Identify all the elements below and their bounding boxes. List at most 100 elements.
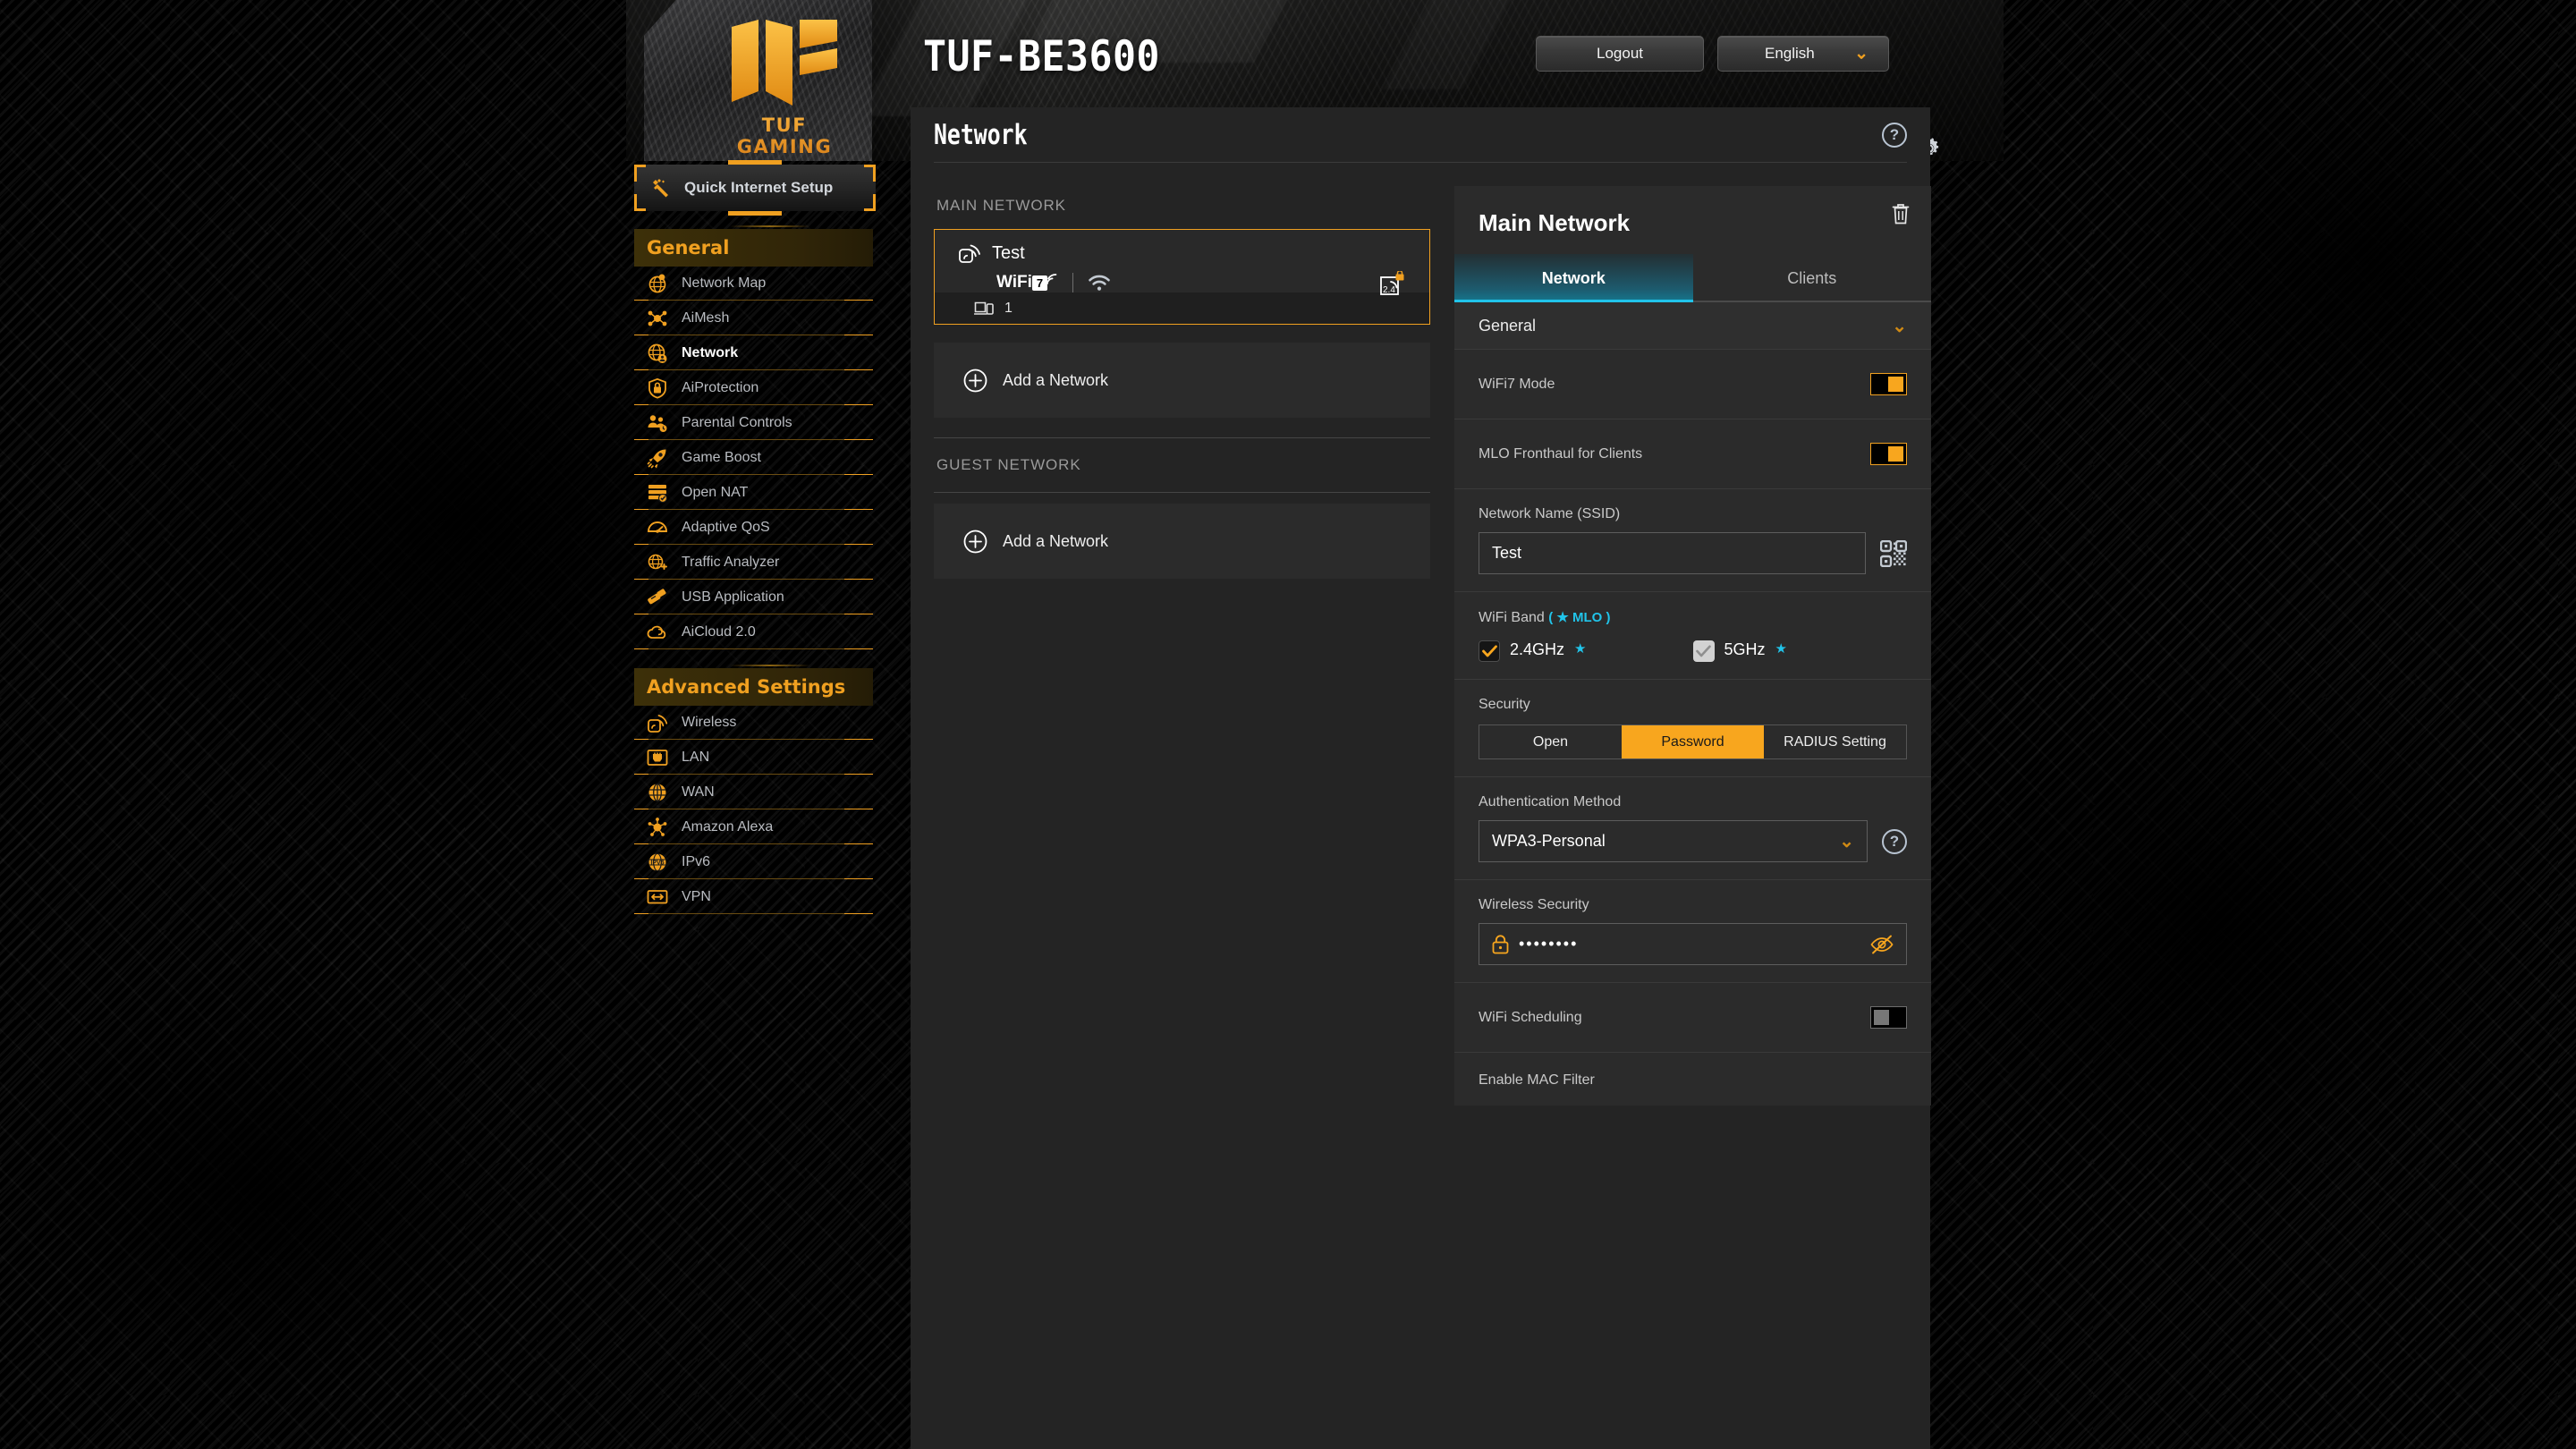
security-option-password[interactable]: Password [1622,725,1764,758]
add-network-label: Add a Network [1003,370,1109,389]
tab-clients-label: Clients [1787,268,1837,287]
ssid-label: Network Name (SSID) [1479,506,1621,521]
wifi-scheduling-toggle[interactable] [1870,1006,1907,1029]
sidebar-item-wan[interactable]: WAN [634,775,873,810]
sidebar-item-amazon-alexa[interactable]: Amazon Alexa [634,810,873,845]
sidebar-item-lan[interactable]: LAN [634,741,873,775]
ssid-value: Test [1492,544,1522,562]
band-option-24ghz[interactable]: 2.4GHz ★ [1479,640,1693,662]
chevron-down-icon: ⌄ [1854,44,1868,64]
clients-device-icon [974,301,994,315]
trash-icon[interactable] [1890,202,1911,230]
quick-internet-setup-button[interactable]: Quick Internet Setup [634,160,876,216]
mlo-star-icon: ★ [1775,641,1787,657]
eye-off-icon[interactable] [1870,935,1894,954]
auth-method-select[interactable]: WPA3-Personal ⌄ [1479,820,1868,862]
help-icon[interactable]: ? [1882,122,1907,148]
router-model-title: TUF-BE3600 [923,32,1160,81]
lock-icon [1492,934,1509,953]
ssid-input[interactable]: Test [1479,532,1866,574]
network-map-icon [647,273,668,294]
auth-method-label: Authentication Method [1479,794,1622,809]
sidebar-item-label: Open NAT [682,485,749,500]
brand-name: TUF GAMING [717,114,852,157]
shield-lock-icon [647,377,668,399]
sidebar-item-vpn[interactable]: VPN [634,880,873,915]
sidebar-item-aimesh[interactable]: AiMesh [634,301,873,336]
wifi7-mode-toggle[interactable] [1870,373,1907,395]
plus-circle-icon [963,369,987,392]
sidebar-item-network-map[interactable]: Network Map [634,267,873,301]
network-ssid-icon [959,244,980,263]
language-selector[interactable]: English ⌄ [1717,36,1889,72]
sidebar-item-label: Game Boost [682,450,761,465]
sidebar-item-label: IPv6 [682,854,711,869]
wifi-band-text: WiFi Band [1479,610,1545,625]
guest-network-label: GUEST NETWORK [936,456,1081,473]
auth-method-help-icon[interactable]: ? [1882,828,1907,854]
sidebar-item-label: Wireless [682,715,737,730]
network-list-column: MAIN NETWORK Test WiFi 7 2.4 1 Add a Net… [934,186,1430,1106]
sidebar-item-label: LAN [682,750,710,765]
setting-wifi7-mode: WiFi7 Mode [1454,349,1931,419]
security-option-radius[interactable]: RADIUS Setting [1764,725,1906,758]
checkbox-24ghz[interactable] [1479,640,1500,662]
wifi-waves-icon [1046,274,1057,284]
sidebar-item-label: Network Map [682,275,767,291]
sidebar-item-adaptive-qos[interactable]: Adaptive QoS [634,511,873,546]
nav-section-advanced-settings: Advanced Settings [634,665,873,706]
general-label: General [1479,316,1537,335]
content-panel: Network ? MAIN NETWORK Test WiFi 7 2.4 1… [911,107,1932,1449]
sidebar-item-game-boost[interactable]: Game Boost [634,441,873,476]
wifi-standard-label: WiFi [996,273,1032,292]
logout-button[interactable]: Logout [1536,36,1704,72]
setting-mac-filter: Enable MAC Filter [1454,1052,1931,1106]
tuf-logo-icon [732,20,837,106]
tab-clients[interactable]: Clients [1693,254,1932,302]
wireless-security-input[interactable]: •••••••• [1479,923,1907,965]
chevron-down-icon: ⌄ [1839,832,1854,852]
checkbox-5ghz[interactable] [1692,640,1715,662]
security-label: Security [1479,697,1530,712]
band-option-5ghz[interactable]: 5GHz ★ [1692,640,1908,662]
setting-ssid: Network Name (SSID) Test [1454,488,1931,591]
sidebar-item-aicloud-2-0[interactable]: AiCloud 2.0 [634,615,873,650]
security-radius-label: RADIUS Setting [1784,733,1886,750]
language-label: English [1765,45,1815,62]
sidebar-item-parental-controls[interactable]: Parental Controls [634,406,873,441]
sidebar-item-ipv6[interactable]: IPV6 IPv6 [634,845,873,880]
sidebar-item-aiprotection[interactable]: AiProtection [634,371,873,406]
add-guest-network-button[interactable]: Add a Network [934,504,1430,579]
setting-wireless-security: Wireless Security •••••••• [1454,879,1931,982]
mlo-fronthaul-toggle[interactable] [1870,443,1907,465]
sidebar-item-open-nat[interactable]: Open NAT [634,476,873,511]
sidebar-item-wireless[interactable]: Wireless [634,706,873,741]
tab-network-label: Network [1541,268,1606,287]
setting-wifi-band: WiFi Band ( ★ MLO ) 2.4GHz ★ 5GHz ★ [1454,591,1931,679]
badge-divider [1072,273,1073,292]
auth-method-value: WPA3-Personal [1492,832,1606,850]
sidebar-item-label: AiCloud 2.0 [682,624,756,640]
quick-setup-label: Quick Internet Setup [684,179,834,196]
main-network-label: MAIN NETWORK [936,197,1066,214]
sidebar-item-usb-application[interactable]: USB Application [634,580,873,615]
network-card-name: Test [992,242,1025,263]
panel-title: Main Network [1479,209,1631,236]
mlo-star-icon: ★ [1574,641,1587,657]
sidebar-item-label: Adaptive QoS [682,520,770,535]
security-option-open[interactable]: Open [1479,725,1622,758]
qr-code-icon[interactable] [1880,539,1907,567]
network-card-main[interactable]: Test WiFi 7 2.4 1 [934,229,1430,325]
add-main-network-button[interactable]: Add a Network [934,343,1430,418]
band-chip-2.4: 2.4 [1380,269,1405,301]
sidebar-item-label: VPN [682,889,711,904]
tab-network[interactable]: Network [1454,254,1693,302]
sidebar-item-label: WAN [682,784,715,800]
general-section-header[interactable]: General ⌄ [1454,302,1931,349]
sidebar-item-label: AiProtection [682,380,759,395]
page-header: Network ? [934,107,1907,163]
sidebar-item-traffic-analyzer[interactable]: Traffic Analyzer [634,546,873,580]
sidebar-item-network[interactable]: Network [634,336,873,371]
ipv6-icon: IPV6 [647,852,668,873]
mlo-fronthaul-label: MLO Fronthaul for Clients [1479,445,1643,462]
